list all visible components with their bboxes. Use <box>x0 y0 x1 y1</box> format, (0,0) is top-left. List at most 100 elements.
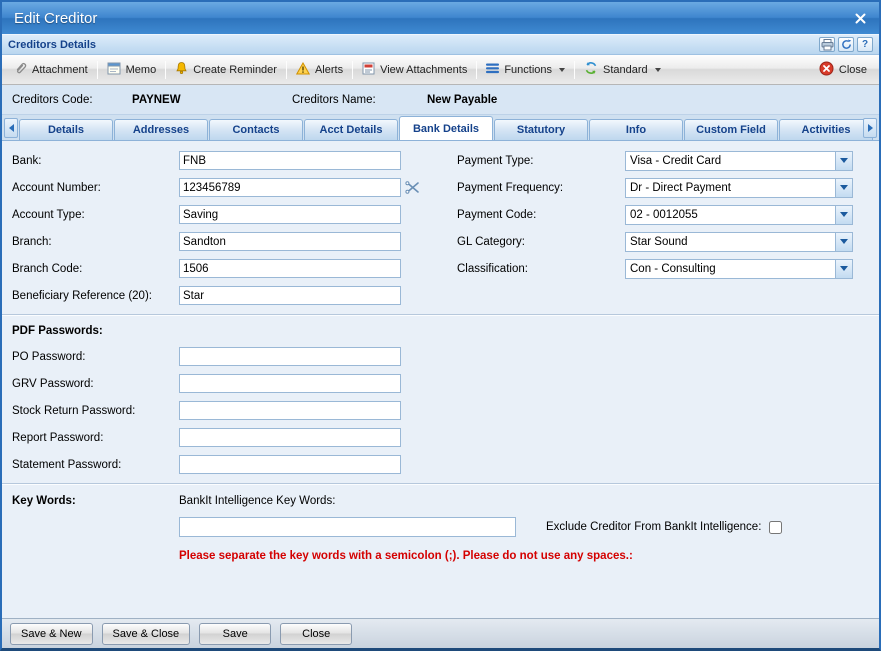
tab-custom-field[interactable]: Custom Field <box>684 119 778 140</box>
creditors-name-label: Creditors Name: <box>292 94 427 106</box>
branch-code-label: Branch Code: <box>12 263 179 275</box>
po-password-input[interactable] <box>179 347 401 366</box>
attachment-icon <box>14 61 27 78</box>
stock-return-password-label: Stock Return Password: <box>12 405 179 417</box>
tab-info[interactable]: Info <box>589 119 683 140</box>
panel-header: Creditors Details ? <box>2 34 879 55</box>
create-reminder-button[interactable]: Create Reminder <box>168 57 284 82</box>
payment-type-label: Payment Type: <box>457 155 625 167</box>
help-icon[interactable]: ? <box>857 37 873 52</box>
window-title: Edit Creditor <box>14 10 97 27</box>
payment-code-select[interactable]: 02 - 0012055 <box>625 205 853 225</box>
close-label: Close <box>839 64 867 76</box>
section-divider <box>2 483 879 485</box>
alerts-label: Alerts <box>315 64 343 76</box>
create-reminder-label: Create Reminder <box>193 64 277 76</box>
memo-icon <box>107 62 121 78</box>
tab-strip: Details Addresses Contacts Acct Details … <box>2 115 879 141</box>
alerts-button[interactable]: Alerts <box>289 58 350 82</box>
beneficiary-reference-label: Beneficiary Reference (20): <box>12 290 179 302</box>
exclude-creditor-label: Exclude Creditor From BankIt Intelligenc… <box>546 521 761 533</box>
window-close-icon[interactable] <box>854 12 867 25</box>
tabs: Details Addresses Contacts Acct Details … <box>19 114 878 140</box>
reminder-bell-icon <box>175 61 188 78</box>
chevron-down-icon <box>655 68 661 72</box>
chevron-down-icon <box>559 68 565 72</box>
account-tools-icon[interactable] <box>405 181 420 194</box>
pdf-passwords-title: PDF Passwords: <box>2 321 879 343</box>
bank-label: Bank: <box>12 155 179 167</box>
account-number-label: Account Number: <box>12 182 179 194</box>
save-and-close-button[interactable]: Save & Close <box>102 623 191 645</box>
view-attachments-label: View Attachments <box>380 64 467 76</box>
key-words-section: Key Words: BankIt Intelligence Key Words… <box>2 490 879 562</box>
report-password-input[interactable] <box>179 428 401 447</box>
gl-category-select[interactable]: Star Sound <box>625 232 853 252</box>
tab-scroll-left-icon[interactable] <box>4 118 18 138</box>
report-password-label: Report Password: <box>12 432 179 444</box>
tab-bank-details[interactable]: Bank Details <box>399 116 493 140</box>
save-button[interactable]: Save <box>199 623 271 645</box>
view-attachments-button[interactable]: View Attachments <box>355 58 474 82</box>
combo-arrow-icon[interactable] <box>835 152 852 170</box>
toolbar: Attachment Memo Create Reminder Alerts <box>2 55 879 85</box>
branch-label: Branch: <box>12 236 179 248</box>
bankit-keywords-label: BankIt Intelligence Key Words: <box>179 495 335 507</box>
toolbar-separator <box>574 61 575 79</box>
classification-select[interactable]: Con - Consulting <box>625 259 853 279</box>
account-type-label: Account Type: <box>12 209 179 221</box>
tab-addresses[interactable]: Addresses <box>114 119 208 140</box>
functions-button[interactable]: Functions <box>479 59 572 81</box>
print-icon[interactable] <box>819 37 835 52</box>
tab-activities[interactable]: Activities <box>779 119 873 140</box>
close-footer-button[interactable]: Close <box>280 623 352 645</box>
combo-arrow-icon[interactable] <box>835 260 852 278</box>
standard-icon <box>584 61 598 78</box>
po-password-label: PO Password: <box>12 351 179 363</box>
key-words-title: Key Words: <box>12 495 179 507</box>
payment-frequency-select[interactable]: Dr - Direct Payment <box>625 178 853 198</box>
attachment-button[interactable]: Attachment <box>7 57 95 82</box>
standard-button[interactable]: Standard <box>577 57 668 82</box>
account-type-input[interactable] <box>179 205 401 224</box>
branch-input[interactable] <box>179 232 401 251</box>
exclude-creditor-checkbox[interactable] <box>769 521 782 534</box>
functions-label: Functions <box>504 64 552 76</box>
creditors-name-value: New Payable <box>427 94 497 106</box>
close-button[interactable]: Close <box>812 57 874 83</box>
creditors-code-value: PAYNEW <box>132 94 292 106</box>
tab-acct-details[interactable]: Acct Details <box>304 119 398 140</box>
combo-arrow-icon[interactable] <box>835 179 852 197</box>
stock-return-password-input[interactable] <box>179 401 401 420</box>
creditors-code-label: Creditors Code: <box>12 94 132 106</box>
memo-label: Memo <box>126 64 157 76</box>
tab-statutory[interactable]: Statutory <box>494 119 588 140</box>
tab-details[interactable]: Details <box>19 119 113 140</box>
toolbar-separator <box>165 61 166 79</box>
bank-input[interactable] <box>179 151 401 170</box>
memo-button[interactable]: Memo <box>100 58 164 82</box>
footer-bar: Save & New Save & Close Save Close <box>2 618 879 648</box>
titlebar: Edit Creditor <box>2 2 879 34</box>
view-attachments-icon <box>362 62 375 78</box>
beneficiary-reference-input[interactable] <box>179 286 401 305</box>
tab-contacts[interactable]: Contacts <box>209 119 303 140</box>
combo-arrow-icon[interactable] <box>835 233 852 251</box>
branch-code-input[interactable] <box>179 259 401 278</box>
toolbar-separator <box>286 61 287 79</box>
payment-type-select[interactable]: Visa - Credit Card <box>625 151 853 171</box>
account-number-input[interactable] <box>179 178 401 197</box>
panel-header-icons: ? <box>816 37 873 52</box>
edit-creditor-window: Edit Creditor Creditors Details ? Attach… <box>0 0 881 651</box>
grv-password-input[interactable] <box>179 374 401 393</box>
save-and-new-button[interactable]: Save & New <box>10 623 93 645</box>
bankit-keywords-input[interactable] <box>179 517 516 537</box>
gl-category-label: GL Category: <box>457 236 625 248</box>
refresh-icon[interactable] <box>838 37 854 52</box>
section-divider <box>2 314 879 316</box>
combo-arrow-icon[interactable] <box>835 206 852 224</box>
bank-details-panel: Bank: Account Number: Account Type: Bran… <box>2 141 879 618</box>
toolbar-separator <box>97 61 98 79</box>
tab-scroll-right-icon[interactable] <box>863 118 877 138</box>
statement-password-input[interactable] <box>179 455 401 474</box>
